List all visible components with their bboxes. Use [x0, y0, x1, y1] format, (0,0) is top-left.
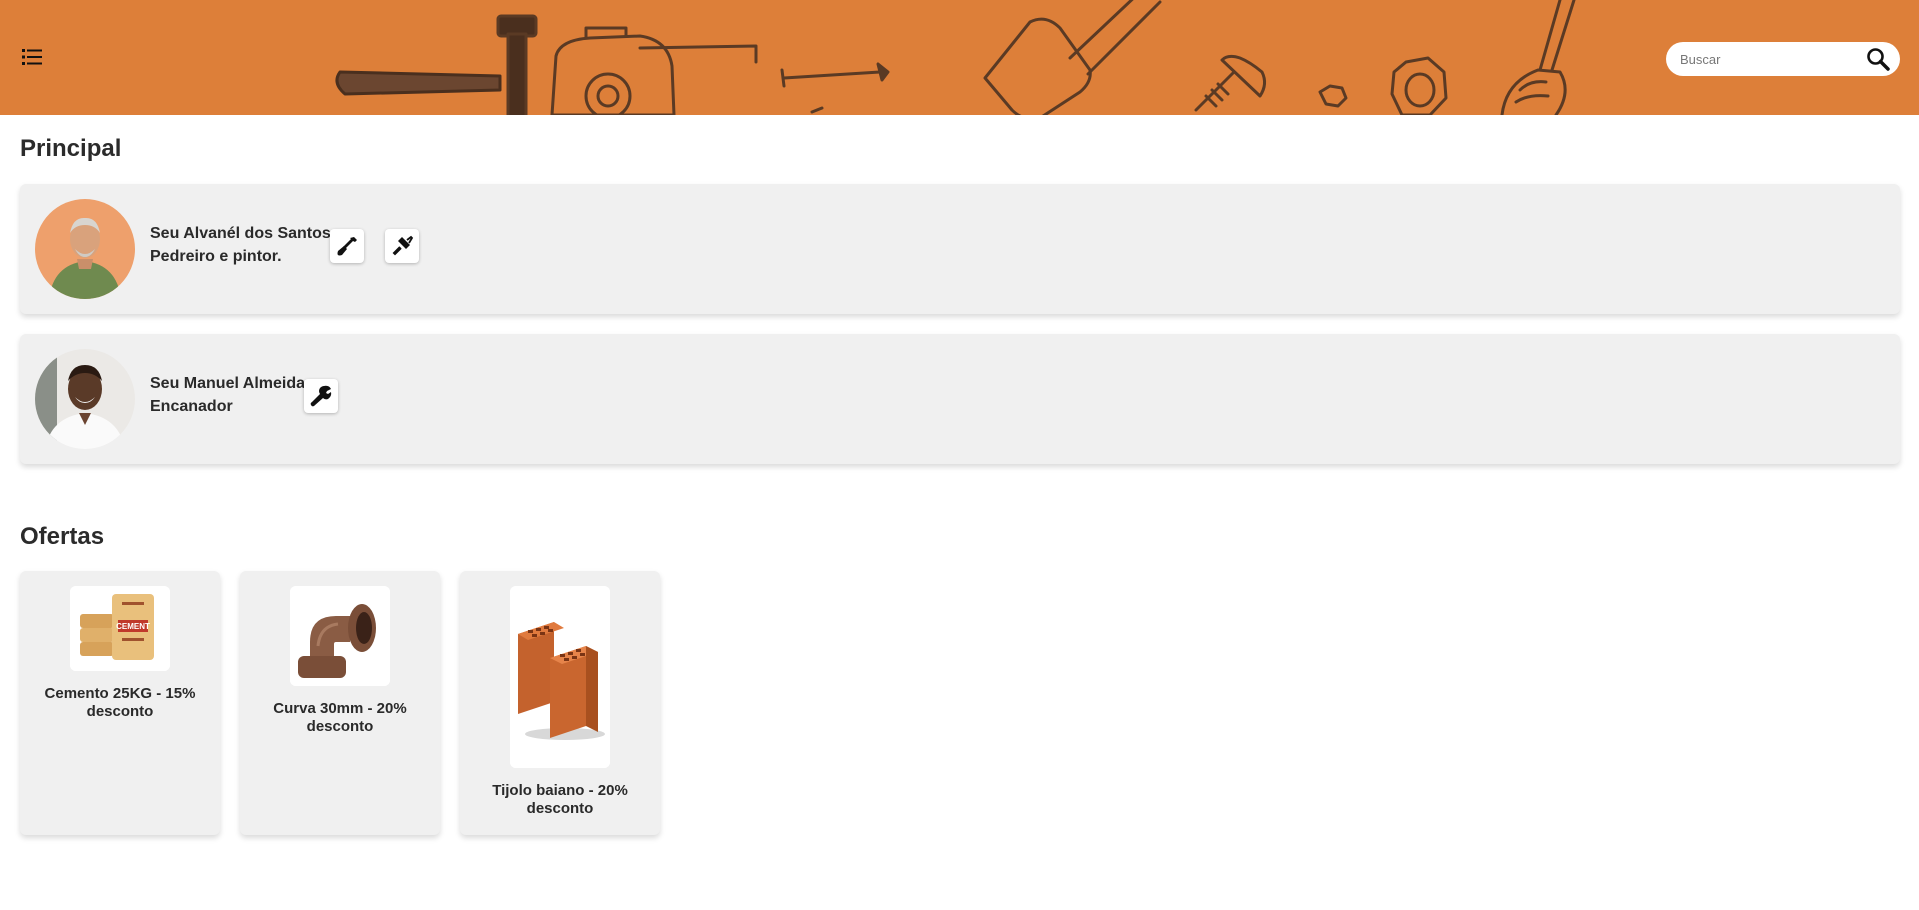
- offer-card[interactable]: Tijolo baiano - 20% desconto: [460, 571, 660, 835]
- offer-label: Curva 30mm - 20% desconto: [273, 700, 407, 735]
- header-banner: [0, 0, 1919, 115]
- worker-role: Encanador: [150, 398, 233, 415]
- pipe-elbow-image: [290, 586, 390, 686]
- search-bar: [1666, 42, 1900, 76]
- avatar: [35, 199, 135, 299]
- section-title-ofertas: Ofertas: [20, 523, 105, 550]
- avatar: [35, 349, 135, 449]
- menu-button[interactable]: [18, 44, 46, 70]
- worker-name: Seu Manuel Almeida: [150, 375, 305, 392]
- paint-roller-icon: [392, 235, 414, 256]
- search-icon: [1867, 48, 1890, 71]
- tools-illustration: [335, 0, 1576, 115]
- offer-card[interactable]: Curva 30mm - 20% desconto: [240, 571, 440, 835]
- cement-bags-image: CEMENT: [70, 586, 170, 671]
- offer-label: Cemento 25KG - 15% desconto: [44, 685, 196, 720]
- worker-card[interactable]: Seu Alvanél dos Santos Pedreiro e pintor…: [20, 184, 1900, 314]
- search-input[interactable]: [1680, 49, 1850, 69]
- clay-bricks-image: [510, 586, 610, 768]
- list-menu-icon: [22, 49, 42, 65]
- svg-text:CEMENT: CEMENT: [116, 622, 150, 631]
- offer-card[interactable]: CEMENT Cemento 25KG - 15% desconto: [20, 571, 220, 835]
- worker-card[interactable]: Seu Manuel Almeida Encanador: [20, 334, 1900, 464]
- shovel-icon: [337, 237, 357, 256]
- tool-badge-paint-roller: [385, 229, 419, 263]
- wrench-icon: [310, 385, 332, 407]
- tool-badge-wrench: [304, 379, 338, 413]
- section-title-principal: Principal: [20, 135, 122, 162]
- search-button[interactable]: [1864, 46, 1892, 72]
- worker-name: Seu Alvanél dos Santos: [150, 225, 331, 242]
- tool-badge-shovel: [330, 229, 364, 263]
- offer-label: Tijolo baiano - 20% desconto: [492, 782, 628, 817]
- worker-role: Pedreiro e pintor.: [150, 248, 282, 265]
